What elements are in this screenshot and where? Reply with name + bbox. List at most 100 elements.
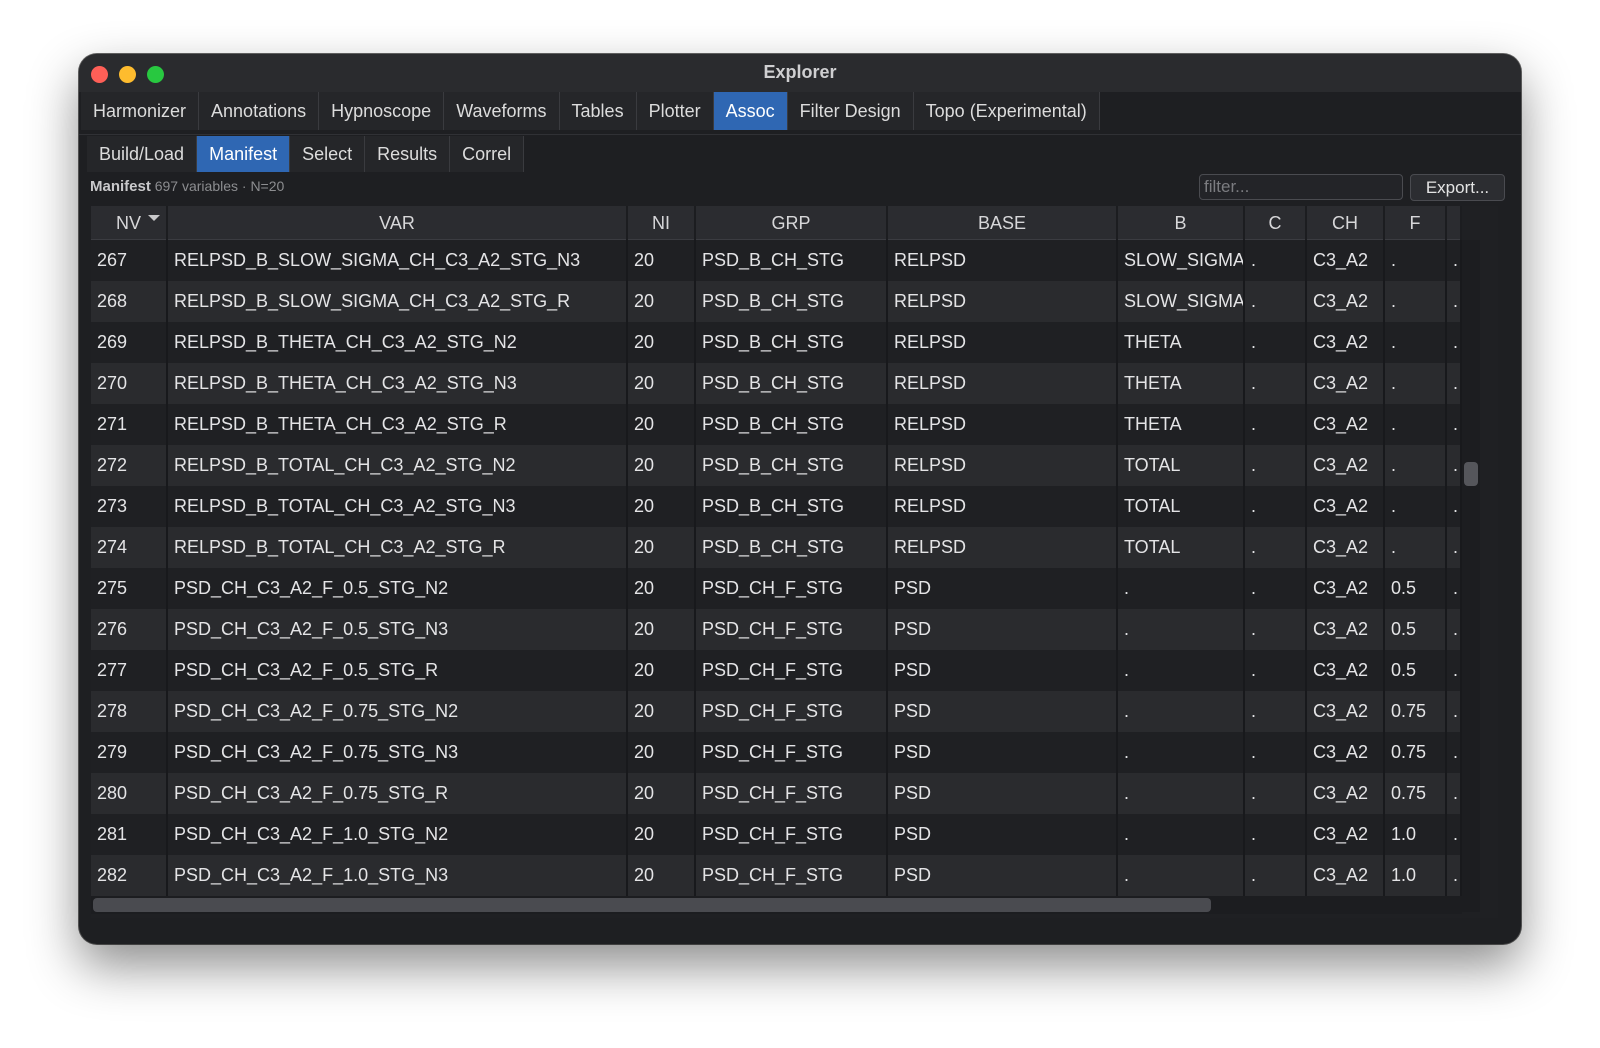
cell-c: . [1245, 773, 1307, 814]
manifest-label: Manifest [90, 178, 151, 195]
cell-b: . [1118, 650, 1245, 691]
vertical-scrollbar[interactable] [1462, 240, 1480, 912]
subtab-correl[interactable]: Correl [450, 136, 525, 172]
table-row[interactable]: 274 RELPSD_B_TOTAL_CH_C3_A2_STG_R 20 PSD_B_… [91, 527, 1462, 568]
horizontal-scroll-thumb[interactable] [93, 898, 1211, 912]
cell-ni: 20 [628, 240, 696, 281]
cell-c: . [1245, 322, 1307, 363]
cell-extra: . [1447, 814, 1462, 855]
cell-nv: 272 [91, 445, 168, 486]
subtab-build-load[interactable]: Build/Load [87, 136, 198, 172]
column-header-extra[interactable] [1447, 206, 1462, 240]
cell-extra: . [1447, 486, 1462, 527]
table-row[interactable]: 271 RELPSD_B_THETA_CH_C3_A2_STG_R 20 PSD_B_… [91, 404, 1462, 445]
column-header-ni[interactable]: NI [628, 206, 696, 240]
cell-base: PSD [888, 773, 1118, 814]
table-header: NV VAR NI GRP BASE B C CH F [91, 206, 1462, 240]
subtab-results[interactable]: Results [365, 136, 451, 172]
cell-f: 0.75 [1385, 773, 1447, 814]
sub-tab-bar: Build/Load Manifest Select Results Correl [87, 136, 525, 172]
manifest-details: 697 variables · N=20 [154, 178, 285, 194]
table-row[interactable]: 273 RELPSD_B_TOTAL_CH_C3_A2_STG_N3 20 PSD_B… [91, 486, 1462, 527]
cell-b: SLOW_SIGMA [1118, 240, 1245, 281]
cell-ni: 20 [628, 732, 696, 773]
cell-var: RELPSD_B_SLOW_SIGMA_CH_C3_A2_STG_R [168, 281, 628, 322]
cell-ni: 20 [628, 773, 696, 814]
tab-topo-experimental[interactable]: Topo (Experimental) [913, 92, 1100, 130]
table-row[interactable]: 272 RELPSD_B_TOTAL_CH_C3_A2_STG_N2 20 PSD_B… [91, 445, 1462, 486]
table-row[interactable]: 275 PSD_CH_C3_A2_F_0.5_STG_N2 20 PSD_CH_F_S… [91, 568, 1462, 609]
cell-nv: 273 [91, 486, 168, 527]
cell-f: . [1385, 322, 1447, 363]
cell-base: RELPSD [888, 240, 1118, 281]
cell-b: . [1118, 814, 1245, 855]
cell-ni: 20 [628, 363, 696, 404]
table-row[interactable]: 267 RELPSD_B_SLOW_SIGMA_CH_C3_A2_STG_N3 20… [91, 240, 1462, 281]
cell-f: 1.0 [1385, 855, 1447, 896]
manifest-summary: Manifest 697 variables · N=20 [90, 178, 284, 195]
cell-c: . [1245, 240, 1307, 281]
tab-assoc[interactable]: Assoc [713, 92, 788, 130]
cell-b: . [1118, 609, 1245, 650]
table-row[interactable]: 279 PSD_CH_C3_A2_F_0.75_STG_N3 20 PSD_CH_F_… [91, 732, 1462, 773]
main-tab-bar: Harmonizer Annotations Hypnoscope Waveforms… [81, 92, 1100, 130]
column-header-ch[interactable]: CH [1307, 206, 1385, 240]
table-row[interactable]: 269 RELPSD_B_THETA_CH_C3_A2_STG_N2 20 PSD_B… [91, 322, 1462, 363]
sort-descending-icon[interactable] [148, 215, 160, 221]
cell-f: 1.0 [1385, 814, 1447, 855]
tab-hypnoscope[interactable]: Hypnoscope [319, 92, 445, 130]
column-header-var[interactable]: VAR [168, 206, 628, 240]
cell-var: PSD_CH_C3_A2_F_1.0_STG_N2 [168, 814, 628, 855]
cell-var: PSD_CH_C3_A2_F_0.5_STG_R [168, 650, 628, 691]
cell-nv: 270 [91, 363, 168, 404]
export-button[interactable]: Export... [1410, 174, 1505, 201]
tab-plotter[interactable]: Plotter [636, 92, 714, 130]
cell-base: PSD [888, 609, 1118, 650]
cell-ch: C3_A2 [1307, 486, 1385, 527]
table-row[interactable]: 270 RELPSD_B_THETA_CH_C3_A2_STG_N3 20 PSD_B… [91, 363, 1462, 404]
cell-extra: . [1447, 691, 1462, 732]
tab-tables[interactable]: Tables [559, 92, 637, 130]
table-row[interactable]: 278 PSD_CH_C3_A2_F_0.75_STG_N2 20 PSD_CH_F_… [91, 691, 1462, 732]
cell-grp: PSD_CH_F_STG [696, 568, 888, 609]
vertical-scroll-thumb[interactable] [1464, 462, 1478, 486]
cell-nv: 269 [91, 322, 168, 363]
subtab-manifest[interactable]: Manifest [197, 136, 291, 172]
column-header-base[interactable]: BASE [888, 206, 1118, 240]
column-header-label: BASE [977, 213, 1027, 233]
cell-f: . [1385, 486, 1447, 527]
table-row[interactable]: 276 PSD_CH_C3_A2_F_0.5_STG_N3 20 PSD_CH_F_S… [91, 609, 1462, 650]
table-row[interactable]: 282 PSD_CH_C3_A2_F_1.0_STG_N3 20 PSD_CH_F_S… [91, 855, 1462, 896]
cell-extra: . [1447, 322, 1462, 363]
tab-waveforms[interactable]: Waveforms [444, 92, 560, 130]
table-row[interactable]: 277 PSD_CH_C3_A2_F_0.5_STG_R 20 PSD_CH_F_ST… [91, 650, 1462, 691]
table-row[interactable]: 268 RELPSD_B_SLOW_SIGMA_CH_C3_A2_STG_R 20 P… [91, 281, 1462, 322]
column-header-f[interactable]: F [1385, 206, 1447, 240]
column-header-label: F [1409, 213, 1421, 233]
cell-ch: C3_A2 [1307, 773, 1385, 814]
column-header-label: NV [115, 213, 141, 233]
tab-filter-design[interactable]: Filter Design [787, 92, 914, 130]
cell-extra: . [1447, 650, 1462, 691]
tab-annotations[interactable]: Annotations [199, 92, 320, 130]
cell-grp: PSD_B_CH_STG [696, 322, 888, 363]
cell-base: RELPSD [888, 322, 1118, 363]
column-header-nv[interactable]: NV [91, 206, 168, 240]
cell-b: . [1118, 855, 1245, 896]
horizontal-scrollbar[interactable] [91, 896, 1462, 914]
cell-grp: PSD_CH_F_STG [696, 814, 888, 855]
cell-grp: PSD_CH_F_STG [696, 609, 888, 650]
column-header-b[interactable]: B [1118, 206, 1245, 240]
cell-c: . [1245, 486, 1307, 527]
table-row[interactable]: 281 PSD_CH_C3_A2_F_1.0_STG_N2 20 PSD_CH_F_S… [91, 814, 1462, 855]
table-row[interactable]: 280 PSD_CH_C3_A2_F_0.75_STG_R 20 PSD_CH_F_S… [91, 773, 1462, 814]
cell-ch: C3_A2 [1307, 650, 1385, 691]
column-header-c[interactable]: C [1245, 206, 1307, 240]
filter-input[interactable] [1199, 174, 1403, 200]
tab-harmonizer[interactable]: Harmonizer [81, 92, 200, 130]
cell-nv: 276 [91, 609, 168, 650]
column-header-grp[interactable]: GRP [696, 206, 888, 240]
subtab-select[interactable]: Select [290, 136, 366, 172]
cell-ni: 20 [628, 609, 696, 650]
cell-base: RELPSD [888, 486, 1118, 527]
